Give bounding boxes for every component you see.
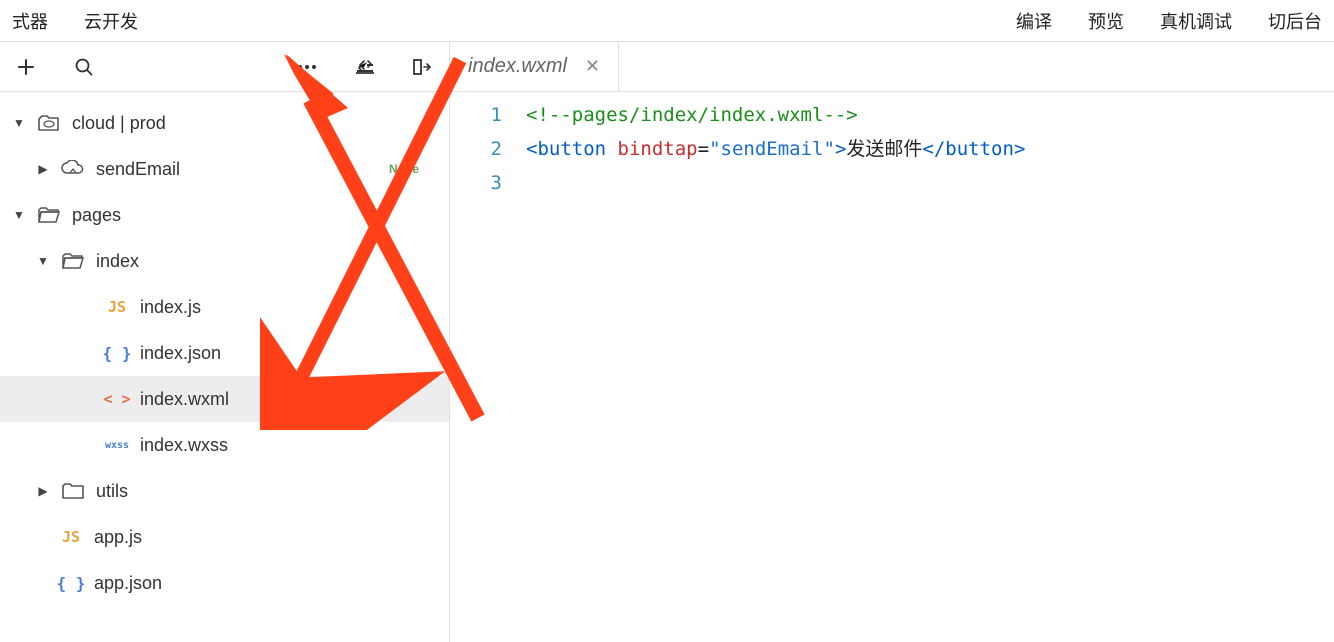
menu-item-remote-debug[interactable]: 真机调试 — [1156, 4, 1236, 38]
line-number: 2 — [450, 132, 502, 166]
js-file-icon: JS — [58, 528, 84, 546]
menu-item-preview[interactable]: 预览 — [1084, 4, 1128, 38]
tree-label: index.json — [140, 343, 221, 364]
code-content: <!--pages/index/index.wxml--> <button bi… — [526, 98, 1334, 642]
tree-label: sendEmail — [96, 159, 180, 180]
tree-label: app.json — [94, 573, 162, 594]
line-number-gutter: 1 2 3 — [450, 98, 526, 642]
code-space — [606, 138, 617, 160]
code-bracket: > — [1014, 138, 1025, 160]
tree-folder-cloud[interactable]: ▼ cloud | prod — [0, 100, 449, 146]
chevron-right-icon: ▶ — [36, 162, 50, 176]
tab-label: index.wxml — [468, 55, 567, 78]
folder-open-icon — [60, 252, 86, 270]
menu-item-cloud-dev[interactable]: 云开发 — [80, 4, 142, 38]
more-icon[interactable] — [295, 55, 319, 79]
editor-tabs: index.wxml ✕ — [450, 42, 1334, 92]
tree-file-index-wxss[interactable]: wxss index.wxss — [0, 422, 449, 468]
cloud-function-icon — [60, 160, 86, 178]
tree-file-index-js[interactable]: JS index.js — [0, 284, 449, 330]
tree-label: utils — [96, 481, 128, 502]
json-file-icon: { } — [58, 574, 84, 593]
tree-label: app.js — [94, 527, 142, 548]
tree-file-index-wxml[interactable]: < > index.wxml — [0, 376, 449, 422]
code-tag: button — [537, 138, 606, 160]
code-tag: button — [945, 138, 1014, 160]
code-bracket: > — [835, 138, 846, 160]
tree-folder-utils[interactable]: ▶ utils — [0, 468, 449, 514]
tree-file-app-js[interactable]: JS app.js — [0, 514, 449, 560]
split-panel-icon[interactable] — [411, 55, 435, 79]
menu-item-debugger[interactable]: 式器 — [8, 4, 52, 38]
code-comment: <!--pages/index/index.wxml--> — [526, 104, 858, 126]
code-bracket: </ — [922, 138, 945, 160]
wxml-file-icon: < > — [104, 390, 130, 408]
wxss-file-icon: wxss — [104, 440, 130, 451]
sidebar-toolbar — [0, 42, 449, 92]
chevron-right-icon: ▶ — [36, 484, 50, 498]
chevron-down-icon: ▼ — [12, 208, 26, 222]
tree-folder-pages[interactable]: ▼ pages — [0, 192, 449, 238]
code-text: 发送邮件 — [846, 138, 922, 160]
nodejs-badge: Node — [389, 162, 419, 176]
tree-file-index-json[interactable]: { } index.json — [0, 330, 449, 376]
code-eq: = — [698, 138, 709, 160]
tab-index-wxml[interactable]: index.wxml ✕ — [450, 42, 619, 91]
new-file-icon[interactable] — [14, 55, 38, 79]
tree-folder-index[interactable]: ▼ index — [0, 238, 449, 284]
code-string: " — [709, 138, 720, 160]
menu-item-background[interactable]: 切后台 — [1264, 4, 1326, 38]
file-explorer-sidebar: ▼ cloud | prod ▶ sendEmail Node ▼ — [0, 42, 450, 642]
chevron-down-icon: ▼ — [12, 116, 26, 130]
cloud-folder-icon — [36, 113, 62, 133]
code-string: " — [823, 138, 834, 160]
tree-file-app-json[interactable]: { } app.json — [0, 560, 449, 606]
search-icon[interactable] — [72, 55, 96, 79]
menu-item-compile[interactable]: 编译 — [1012, 4, 1056, 38]
code-attr: bindtap — [618, 138, 698, 160]
line-number: 3 — [450, 166, 502, 200]
code-string: sendEmail — [721, 138, 824, 160]
tree-folder-sendemail[interactable]: ▶ sendEmail Node — [0, 146, 449, 192]
top-menu-bar: 式器 云开发 编译 预览 真机调试 切后台 — [0, 0, 1334, 42]
code-bracket: < — [526, 138, 537, 160]
tree-label: index.wxss — [140, 435, 228, 456]
tree-label: index.js — [140, 297, 201, 318]
json-file-icon: { } — [104, 344, 130, 363]
js-file-icon: JS — [104, 298, 130, 316]
tree-label: index — [96, 251, 139, 272]
tree-label: index.wxml — [140, 389, 229, 410]
file-tree: ▼ cloud | prod ▶ sendEmail Node ▼ — [0, 92, 449, 614]
line-number: 1 — [450, 98, 502, 132]
editor-area: index.wxml ✕ 1 2 3 <!--pages/index/index… — [450, 42, 1334, 642]
folder-closed-icon — [60, 482, 86, 500]
collapse-icon[interactable] — [353, 55, 377, 79]
chevron-down-icon: ▼ — [36, 254, 50, 268]
close-icon[interactable]: ✕ — [585, 56, 600, 77]
tree-label: cloud | prod — [72, 113, 166, 134]
folder-open-icon — [36, 206, 62, 224]
tree-label: pages — [72, 205, 121, 226]
code-editor[interactable]: 1 2 3 <!--pages/index/index.wxml--> <but… — [450, 92, 1334, 642]
